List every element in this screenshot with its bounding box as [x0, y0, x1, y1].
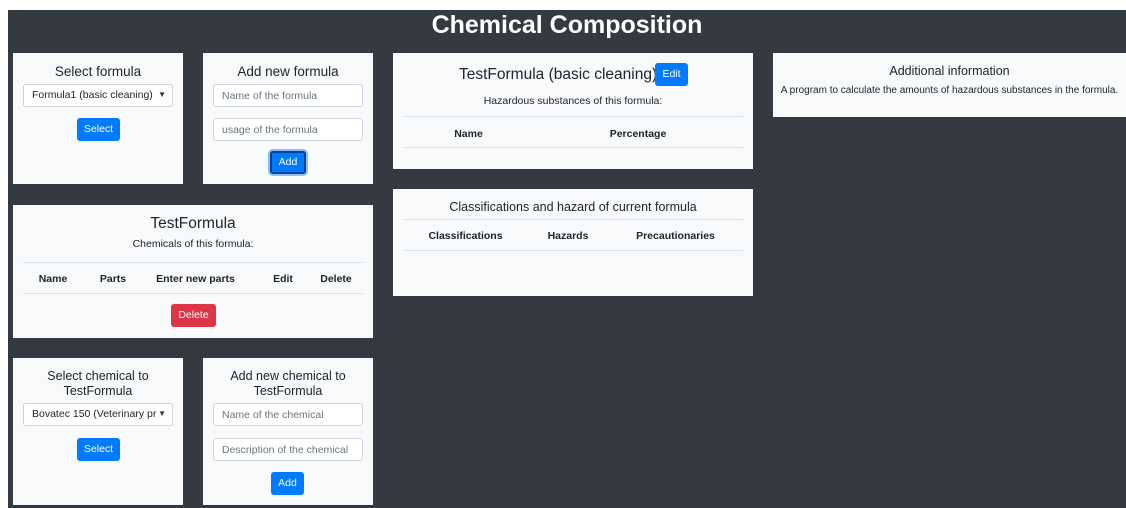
table-header-divider [403, 147, 743, 148]
col-header-percentage: Percentage [609, 128, 667, 140]
add-chemical-card: Add new chemical to TestFormula Name of … [203, 358, 373, 505]
classifications-table-header-divider [403, 250, 743, 251]
table-top-divider [403, 116, 743, 117]
select-formula-card: Select formula Formula1 (basic cleaning)… [13, 53, 183, 184]
select-chemical-button[interactable]: Select [77, 438, 120, 461]
delete-formula-button[interactable]: Delete [171, 304, 216, 327]
col-header-precautionaries: Precautionaries [636, 230, 715, 242]
chemical-select[interactable]: Bovatec 150 (Veterinary pr ▼ [23, 403, 173, 426]
classifications-card: Classifications and hazard of current fo… [393, 189, 753, 296]
caret-down-icon: ▼ [158, 90, 166, 99]
additional-info-text: A program to calculate the amounts of ha… [780, 85, 1119, 96]
select-formula-heading: Select formula [54, 64, 142, 79]
page-title: Chemical Composition [431, 11, 703, 39]
caret-down-icon: ▼ [158, 409, 166, 418]
edit-formula-button[interactable]: Edit [655, 63, 688, 86]
classifications-heading: Classifications and hazard of current fo… [449, 200, 697, 214]
hazardous-substances-subtitle: Hazardous substances of this formula: [483, 95, 663, 107]
chemical-select-value: Bovatec 150 (Veterinary pr [32, 408, 157, 420]
add-formula-button[interactable]: Add [270, 151, 306, 174]
add-formula-card: Add new formula Name of the formula usag… [203, 53, 373, 184]
select-chemical-card: Select chemical to TestFormula Bovatec 1… [13, 358, 183, 505]
col-header-parts: Parts [99, 273, 127, 285]
col-header-classifications: Classifications [428, 230, 503, 242]
chemical-name-input[interactable]: Name of the chemical [213, 403, 363, 426]
col-header-edit: Edit [273, 273, 293, 285]
chemical-description-input[interactable]: Description of the chemical [213, 438, 363, 461]
formula-select[interactable]: Formula1 (basic cleaning) ▼ [23, 84, 173, 107]
formula-select-value: Formula1 (basic cleaning) [32, 89, 153, 101]
additional-info-heading: Additional information [889, 64, 1010, 78]
add-chemical-heading-line2: TestFormula [253, 384, 323, 398]
col-header-name: Name [454, 128, 483, 140]
chemicals-table-top-divider [23, 262, 363, 263]
chemicals-table-header-divider [23, 293, 363, 294]
classifications-table-top-divider [403, 219, 743, 220]
additional-info-card: Additional information A program to calc… [773, 53, 1126, 117]
add-formula-heading: Add new formula [237, 64, 339, 79]
formula-details-card: TestFormula (basic cleaning) Edit Hazard… [393, 53, 753, 169]
col-header-hazards: Hazards [547, 230, 589, 242]
col-header-delete: Delete [320, 273, 352, 285]
add-chemical-button[interactable]: Add [271, 472, 304, 495]
select-formula-button[interactable]: Select [77, 118, 120, 141]
col-header-chem-name: Name [38, 273, 68, 285]
formula-chemicals-heading: TestFormula [150, 215, 236, 232]
app-container: Chemical Composition Select formula Form… [8, 10, 1126, 508]
formula-chemicals-card: TestFormula Chemicals of this formula: N… [13, 205, 373, 338]
formula-details-heading: TestFormula (basic cleaning) [459, 66, 658, 83]
formula-name-input[interactable]: Name of the formula [213, 84, 363, 107]
add-chemical-heading-line1: Add new chemical to [230, 369, 346, 383]
select-chemical-heading-line2: TestFormula [63, 384, 133, 398]
chemicals-subtitle: Chemicals of this formula: [132, 238, 254, 250]
select-chemical-heading-line1: Select chemical to [47, 369, 149, 383]
col-header-enter-new-parts: Enter new parts [156, 273, 235, 285]
formula-usage-input[interactable]: usage of the formula [213, 118, 363, 141]
